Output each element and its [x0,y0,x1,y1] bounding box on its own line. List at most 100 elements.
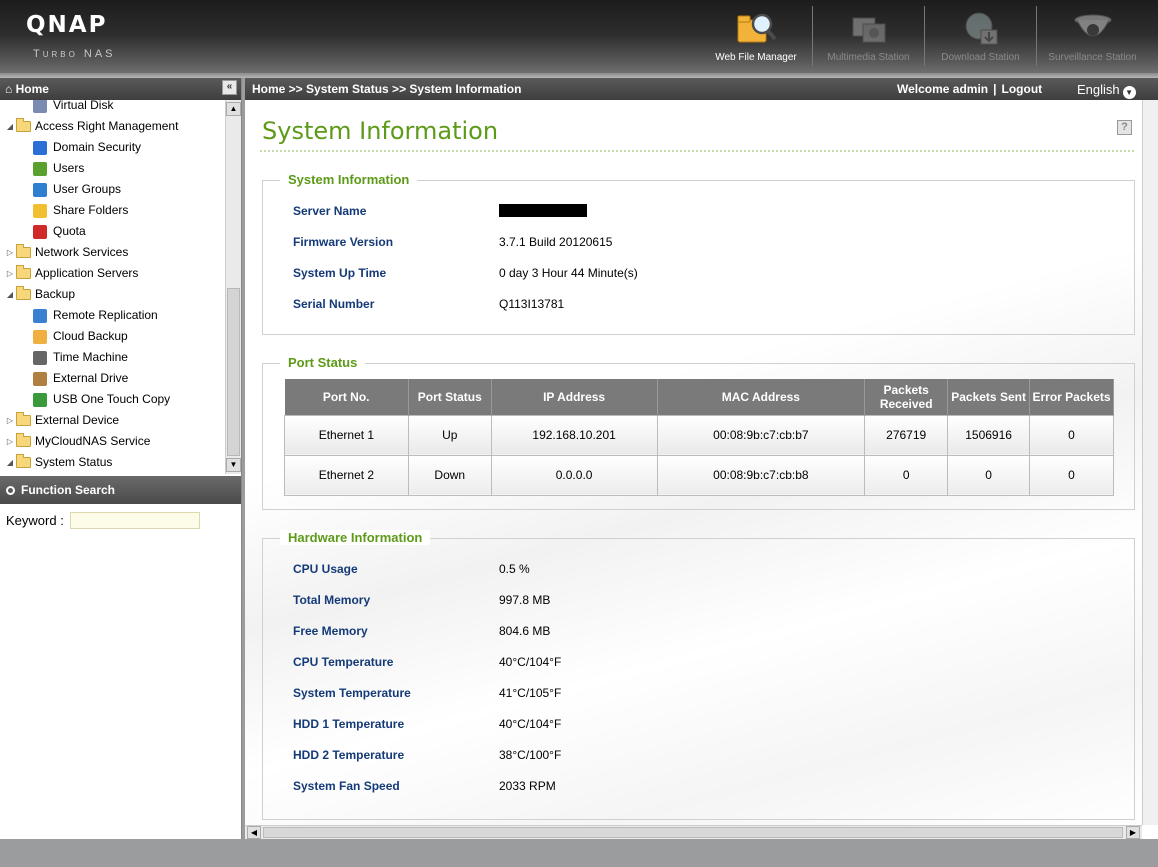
sidebar-item[interactable]: User Groups [33,179,121,200]
sidebar-item[interactable]: ◢ System Status [5,452,112,473]
sidebar-item-label: Backup [35,287,76,301]
camera-icon [1074,14,1111,37]
table-cell: 276719 [864,414,949,456]
scroll-left-icon[interactable]: ◀ [247,826,261,839]
scroll-up-icon[interactable]: ▲ [226,102,241,116]
app-web-file-manager[interactable]: Web File Manager [700,6,812,66]
sidebar-item[interactable]: ◢ Backup [5,284,75,305]
function-search-header: Function Search [0,476,241,504]
help-icon[interactable]: ? [1117,120,1132,135]
chevron-down-icon: ▼ [1122,86,1136,99]
expanded-arrow-icon[interactable]: ◢ [5,116,15,137]
info-label: Total Memory [293,593,371,607]
table-cell: 00:08:9b:c7:cb:b7 [656,414,866,456]
folder-icon [16,265,31,279]
redacted-value [499,204,587,217]
collapsed-arrow-icon[interactable]: ▷ [5,431,15,452]
keyword-input[interactable] [69,512,200,529]
expanded-arrow-icon[interactable]: ◢ [5,284,15,305]
sidebar-item[interactable]: ▷ Network Services [5,242,128,263]
welcome-text: Welcome admin [897,82,989,96]
tree-scrollbar[interactable]: ▲ ▼ [225,100,241,474]
user-icon [33,161,47,176]
table-cell: 192.168.10.201 [490,414,658,456]
column-header: Packets Received [864,379,949,415]
breadcrumb[interactable]: Home >> System Status >> System Informat… [252,82,521,96]
logout-link[interactable]: Logout [1002,82,1043,96]
column-header: Port No. [284,379,409,415]
keyword-label: Keyword : [6,513,64,528]
app-download-station[interactable]: Download Station [924,6,1036,66]
sidebar-item[interactable]: Cloud Backup [33,326,128,347]
collapsed-arrow-icon[interactable]: ▷ [5,410,15,431]
table-cell: 1506916 [947,414,1031,456]
scroll-thumb[interactable] [227,288,240,456]
info-value [499,204,799,218]
sidebar-item[interactable]: ◢ Access Right Management [5,116,178,137]
column-header: MAC Address [657,379,866,415]
app-surveillance-station[interactable]: Surveillance Station [1036,6,1148,66]
content-vertical-scrollbar[interactable] [1142,100,1158,825]
sidebar-item-label: External Drive [53,371,129,385]
sidebar-home-link[interactable]: Home [16,82,49,96]
hardware-information-legend: Hardware Information [280,530,431,545]
info-label: CPU Usage [293,562,358,576]
info-value: 3.7.1 Build 20120615 [499,235,613,249]
info-value: Q113I13781 [499,297,565,311]
collapse-sidebar-button[interactable]: « [222,80,237,95]
sidebar-item[interactable]: Domain Security [33,137,141,158]
usb-icon [33,392,47,407]
sidebar-item-label: Share Folders [53,203,129,217]
hardware-information-section: Hardware Information CPU Usage 0.5 % Total… [262,530,1135,820]
sidebar-item[interactable]: ▷ MyCloudNAS Service [5,431,150,452]
sidebar-item[interactable]: Virtual Disk [33,100,113,116]
horizontal-scroll-thumb[interactable] [263,827,1123,838]
column-header: IP Address [491,379,658,415]
info-value: 2033 RPM [499,779,556,793]
table-row: Ethernet 2 Down 0.0.0.0 00:08:9b:c7:cb:b8 0 0… [284,454,1114,496]
turbo-nas-logo: Turbo NAS [33,48,116,60]
sidebar-item-label: System Status [35,455,113,469]
content-horizontal-scrollbar[interactable]: ◀ ▶ [245,825,1142,839]
sidebar-item[interactable]: ▷ Application Servers [5,263,138,284]
sidebar-item[interactable]: ▷ External Device [5,410,119,431]
apple-icon [33,350,47,365]
page-title: System Information [262,117,499,145]
cloud-backup-icon [33,329,47,344]
sidebar-item[interactable]: Quota [33,221,86,242]
user-groups-icon [33,182,47,197]
virtual-disk-icon [33,100,47,113]
info-label: Firmware Version [293,235,394,249]
table-cell: 0.0.0.0 [490,454,658,496]
column-header: Packets Sent [947,379,1031,415]
sidebar-item-label: Domain Security [53,140,142,154]
info-value: 804.6 MB [499,624,551,638]
sidebar-item[interactable]: USB One Touch Copy [33,389,170,410]
app-multimedia-station[interactable]: Multimedia Station [812,6,924,66]
language-selector[interactable]: English ▼ [1077,79,1136,101]
sidebar-item-label: MyCloudNAS Service [35,434,151,448]
info-value: 38°C/100°F [499,748,562,762]
scroll-right-icon[interactable]: ▶ [1126,826,1140,839]
table-cell: Up [407,414,492,456]
expanded-arrow-icon[interactable]: ◢ [5,452,15,473]
scroll-down-icon[interactable]: ▼ [226,458,241,472]
sidebar-item-label: USB One Touch Copy [53,392,171,406]
sidebar-item[interactable]: Users [33,158,84,179]
collapsed-arrow-icon[interactable]: ▷ [5,263,15,284]
folder-search-icon [737,13,777,43]
sidebar-item[interactable]: External Drive [33,368,128,389]
info-value: 40°C/104°F [499,717,562,731]
domain-security-icon [33,140,47,155]
sidebar-item[interactable]: Remote Replication [33,305,158,326]
info-label: Free Memory [293,624,368,638]
info-label: System Up Time [293,266,387,280]
info-value: 40°C/104°F [499,655,562,669]
title-divider [260,150,1134,152]
sidebar-item[interactable]: Time Machine [33,347,128,368]
sidebar-item[interactable]: Share Folders [33,200,128,221]
collapsed-arrow-icon[interactable]: ▷ [5,242,15,263]
port-status-table: Port No. Port Status IP Address MAC Address… [284,379,1114,496]
sidebar-item-label: Quota [53,224,86,238]
navigation-tree: Virtual Disk ◢ Access Right Management Doma… [0,100,241,474]
